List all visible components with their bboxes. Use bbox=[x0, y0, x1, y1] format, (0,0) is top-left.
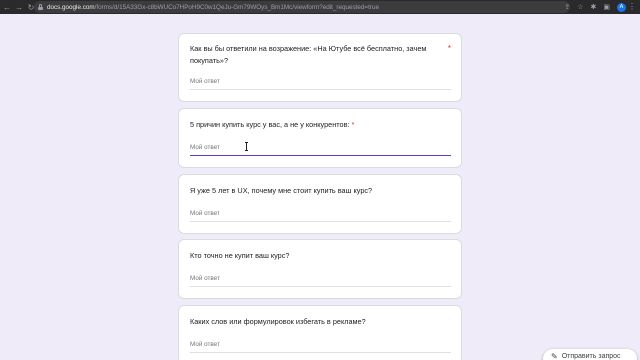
browser-menu-icon[interactable]: ⋮ bbox=[628, 1, 636, 13]
url-path: /forms/d/15A33Gx-c8bWUCo7HPoH9C0w1QeJu-G… bbox=[94, 3, 379, 11]
share-icon[interactable]: ⇪ bbox=[564, 3, 570, 11]
question-title: Как вы бы ответили на возражение: «На Ют… bbox=[190, 44, 427, 65]
send-request-button[interactable]: ✎ Отправить запрос bbox=[543, 349, 637, 360]
question-title: Кто точно не купит ваш курс? bbox=[190, 251, 290, 260]
question-title: 5 причин купить курс у вас, а не у конку… bbox=[190, 120, 355, 129]
question-card: 5 причин купить курс у вас, а не у конку… bbox=[178, 108, 462, 168]
profile-avatar[interactable]: A bbox=[617, 2, 626, 12]
required-mark: * bbox=[351, 120, 355, 129]
pencil-icon: ✎ bbox=[551, 352, 558, 360]
forward-icon[interactable]: → bbox=[14, 3, 24, 12]
required-mark: * bbox=[447, 44, 451, 53]
answer-input[interactable]: Мой ответ bbox=[190, 273, 451, 287]
star-icon[interactable]: ☆ bbox=[577, 3, 583, 11]
answer-input[interactable]: Мой ответ bbox=[190, 76, 451, 90]
lock-icon bbox=[38, 4, 43, 10]
question-card: Как вы бы ответили на возражение: «На Ют… bbox=[178, 33, 462, 102]
question-card: Я уже 5 лет в UX, почему мне стоит купит… bbox=[178, 174, 462, 234]
extensions-icon[interactable]: ✱ bbox=[591, 3, 597, 11]
url-host: docs.google.com bbox=[47, 3, 95, 11]
question-title: Каких слов или формулировок избегать в р… bbox=[190, 317, 366, 326]
address-bar[interactable]: docs.google.com/forms/d/15A33Gx-c8bWUCo7… bbox=[34, 1, 570, 13]
answer-input[interactable]: Мой ответ bbox=[190, 142, 451, 156]
send-request-label: Отправить запрос bbox=[561, 353, 621, 360]
browser-actions: ⇪ ☆ ✱ ▣ A bbox=[564, 1, 626, 13]
question-card: Каких слов или формулировок избегать в р… bbox=[178, 305, 462, 360]
text-cursor-icon bbox=[245, 142, 248, 151]
answer-input[interactable]: Мой ответ bbox=[190, 339, 451, 353]
answer-input[interactable]: Мой ответ bbox=[190, 208, 451, 222]
sidebar-icon[interactable]: ▣ bbox=[603, 3, 610, 11]
question-title: Я уже 5 лет в UX, почему мне стоит купит… bbox=[190, 186, 373, 195]
question-card: Кто точно не купит ваш курс? Мой ответ bbox=[178, 239, 462, 299]
back-icon[interactable]: ← bbox=[2, 3, 12, 12]
browser-toolbar: ← → ↻ docs.google.com/forms/d/15A33Gx-c8… bbox=[0, 0, 640, 14]
